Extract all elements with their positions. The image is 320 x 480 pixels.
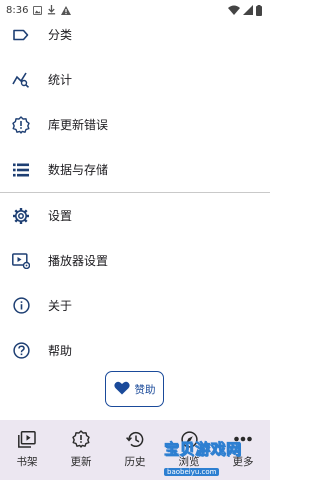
- nav-label: 浏览: [178, 456, 200, 468]
- more-menu-list: 分类 统计 库更新错误 数据与存储 设置 播放器设置 关于 帮助: [0, 12, 270, 373]
- donate-button[interactable]: 赞助: [105, 371, 164, 407]
- nav-item-updates[interactable]: 更新: [54, 420, 108, 480]
- nav-label: 更新: [70, 456, 92, 468]
- menu-item-label: 统计: [48, 73, 73, 87]
- nav-item-more[interactable]: 更多: [216, 420, 270, 480]
- menu-item-stats[interactable]: 统计: [0, 57, 270, 102]
- nav-label: 更多: [232, 456, 254, 468]
- nav-item-library[interactable]: 书架: [0, 420, 54, 480]
- menu-item-player-settings[interactable]: 播放器设置: [0, 238, 270, 283]
- library-icon: [18, 430, 36, 448]
- heart-icon: [113, 380, 130, 399]
- storage-list-icon: [12, 161, 30, 179]
- menu-item-label: 分类: [48, 28, 73, 42]
- menu-item-help[interactable]: 帮助: [0, 328, 270, 373]
- menu-item-categories[interactable]: 分类: [0, 12, 270, 57]
- menu-item-library-update-errors[interactable]: 库更新错误: [0, 102, 270, 147]
- nav-label: 历史: [124, 456, 146, 468]
- compass-icon: [180, 430, 198, 448]
- label-tag-icon: [12, 26, 30, 44]
- gear-icon: [12, 207, 30, 225]
- menu-item-label: 设置: [48, 209, 73, 223]
- menu-item-label: 帮助: [48, 344, 73, 358]
- donate-label: 赞助: [134, 383, 156, 396]
- nav-item-history[interactable]: 历史: [108, 420, 162, 480]
- help-icon: [12, 342, 30, 360]
- updates-icon: [72, 430, 90, 448]
- menu-item-label: 数据与存储: [48, 163, 109, 177]
- nav-label: 书架: [16, 456, 38, 468]
- menu-item-label: 播放器设置: [48, 254, 109, 268]
- more-dots-icon: [234, 430, 252, 448]
- menu-item-label: 库更新错误: [48, 118, 109, 132]
- alert-badge-icon: [12, 115, 30, 134]
- menu-item-label: 关于: [48, 299, 73, 313]
- nav-item-browse[interactable]: 浏览: [162, 420, 216, 480]
- info-icon: [12, 297, 30, 315]
- history-icon: [126, 430, 144, 448]
- bottom-navigation: 书架 更新 历史 浏览 更多: [0, 420, 270, 480]
- player-settings-icon: [12, 252, 30, 270]
- menu-item-data-storage[interactable]: 数据与存储: [0, 147, 270, 192]
- menu-item-settings[interactable]: 设置: [0, 193, 270, 238]
- stats-chart-icon: [12, 71, 30, 89]
- menu-item-about[interactable]: 关于: [0, 283, 270, 328]
